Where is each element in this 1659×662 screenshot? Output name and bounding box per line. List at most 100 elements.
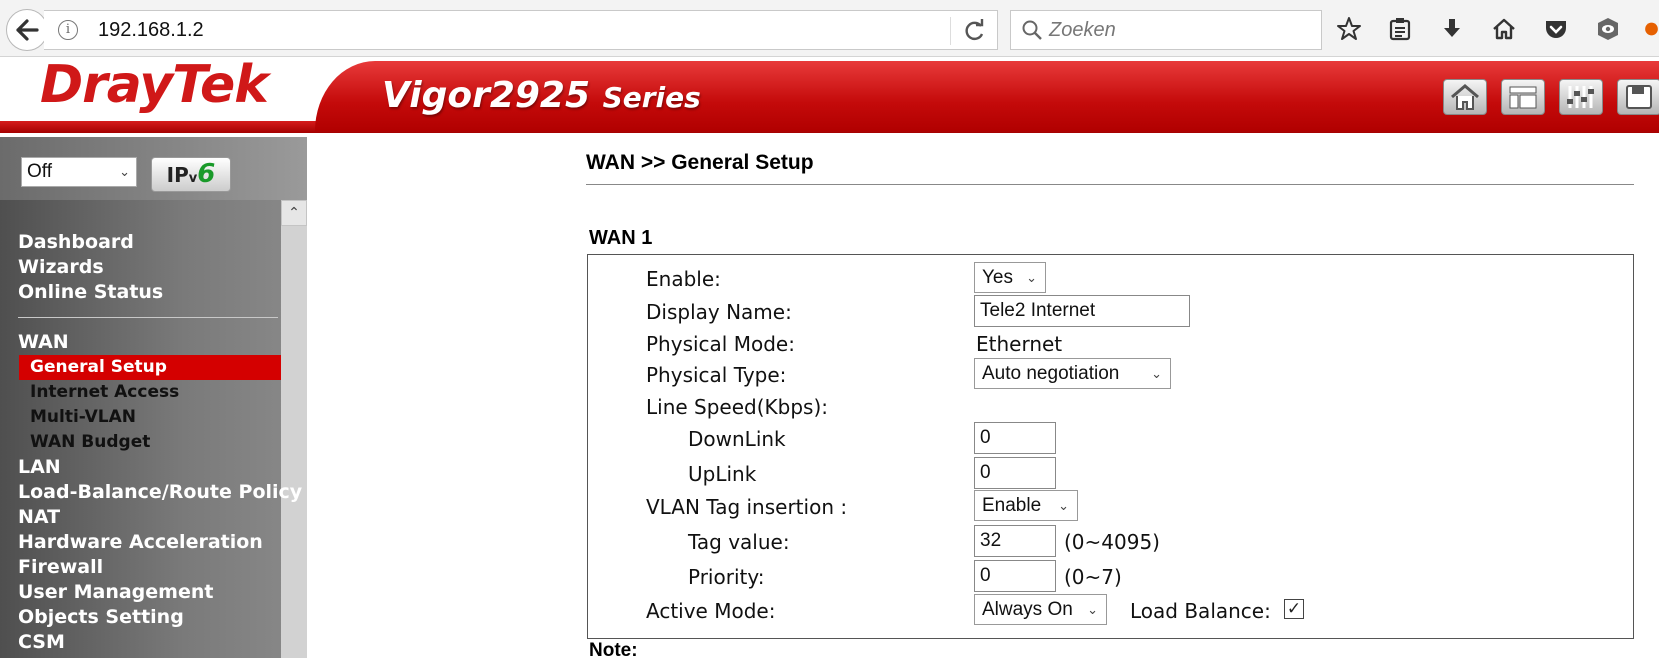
sidebar-item-general-setup[interactable]: General Setup [19,355,281,380]
sidebar-item-dashboard[interactable]: Dashboard [0,230,281,255]
enable-value: Yes [982,267,1013,288]
sidebar-item-csm[interactable]: CSM [0,630,281,655]
pocket-icon [1546,21,1566,38]
sidebar-item-nat[interactable]: NAT [0,505,281,530]
chevron-down-icon: ⌄ [119,164,130,179]
browser-toolbar: i 192.168.1.2 Zoeken [0,0,1659,57]
ipv6-button[interactable]: IPv6 [151,157,231,192]
url-text[interactable]: 192.168.1.2 [98,19,204,42]
search-placeholder: Zoeken [1049,19,1116,41]
header-save-button[interactable] [1617,79,1659,115]
downlink-input[interactable]: 0 [974,422,1056,454]
sidebar-divider [18,317,278,318]
star-icon [1337,17,1361,40]
tag-value-label: Tag value: [688,530,790,554]
uplink-input[interactable]: 0 [974,457,1056,489]
page-title: WAN >> General Setup [586,151,814,174]
downloads-button[interactable] [1437,14,1467,44]
sidebar-item-online-status[interactable]: Online Status [0,280,281,305]
home-icon [1493,18,1515,40]
sidebar-item-user-management[interactable]: User Management [0,580,281,605]
load-balance-checkbox[interactable]: ✓ [1284,599,1304,619]
pocket-button[interactable] [1541,14,1571,44]
enable-label: Enable: [646,267,721,291]
sidebar-item-hardware-acceleration[interactable]: Hardware Acceleration [0,530,281,555]
sidebar-item-wan-budget[interactable]: WAN Budget [0,430,281,455]
sidebar-item-firewall[interactable]: Firewall [0,555,281,580]
physical-mode-value: Ethernet [976,332,1063,356]
chevron-down-icon: ⌄ [1151,366,1162,381]
sliders-icon [1567,86,1594,108]
priority-range: (0~7) [1064,565,1122,589]
search-bar[interactable]: Zoeken [1010,10,1322,50]
model-series: Series [602,81,701,114]
title-divider [586,184,1634,185]
active-mode-label: Active Mode: [646,599,776,623]
layout-icon [1509,86,1537,109]
display-name-label: Display Name: [646,300,792,324]
priority-label: Priority: [688,565,765,589]
draytek-logo: DrayTek [40,57,269,115]
chevron-up-icon[interactable]: ⌃ [281,200,307,226]
sidebar-item-multi-vlan[interactable]: Multi-VLAN [0,405,281,430]
save-icon [1626,85,1652,109]
model-name: Vigor2925 Series [382,75,701,116]
vlan-tag-select[interactable]: Enable ⌄ [974,490,1078,521]
chevron-down-icon: ⌄ [1026,270,1037,285]
model-number: Vigor2925 [382,75,591,116]
wan1-settings-panel: Enable: Yes ⌄ Display Name: Tele2 Intern… [587,254,1634,639]
home-icon [1451,84,1479,110]
router-header: DrayTek Vigor2925 Series [0,57,1659,133]
header-home-button[interactable] [1443,79,1487,115]
sidebar-item-lan[interactable]: LAN [0,455,281,480]
firefox-icon [1645,22,1658,36]
header-settings-button[interactable] [1559,79,1603,115]
sidebar-item-wan[interactable]: WAN [0,330,281,355]
priority-input[interactable]: 0 [974,560,1056,592]
info-icon[interactable]: i [58,20,78,40]
bookmark-star-button[interactable] [1334,14,1364,44]
uplink-label: UpLink [688,462,757,486]
active-mode-select[interactable]: Always On ⌄ [974,594,1107,625]
download-icon [1444,19,1460,37]
reload-icon [965,19,984,41]
sidebar-top-controls: Off ⌄ IPv6 [0,137,307,200]
vlan-tag-value: Enable [982,495,1042,516]
enable-select[interactable]: Yes ⌄ [974,262,1046,293]
sidebar-nav: Dashboard Wizards Online Status WAN Gene… [0,230,302,655]
address-bar[interactable]: i 192.168.1.2 [44,10,998,50]
ipv6-label: IPv6 [166,159,216,189]
firefox-menu-button[interactable] [1644,14,1659,44]
header-layout-button[interactable] [1501,79,1545,115]
back-button[interactable] [6,9,48,51]
vlan-tag-label: VLAN Tag insertion : [646,495,848,519]
active-mode-value: Always On [982,599,1073,620]
line-speed-label: Line Speed(Kbps): [646,395,829,419]
chevron-down-icon: ⌄ [1087,602,1098,617]
sidebar-item-wizards[interactable]: Wizards [0,255,281,280]
physical-mode-label: Physical Mode: [646,332,795,356]
physical-type-select[interactable]: Auto negotiation ⌄ [974,358,1171,389]
home-button[interactable] [1489,14,1519,44]
reading-list-button[interactable] [1385,14,1415,44]
note-heading: Note: [589,640,638,661]
physical-type-label: Physical Type: [646,363,787,387]
sidebar-item-internet-access[interactable]: Internet Access [0,380,281,405]
search-icon [1022,20,1042,40]
downlink-label: DownLink [688,427,786,451]
sidebar-scrollbar[interactable]: ⌃ [281,200,307,658]
sidebar-item-load-balance[interactable]: Load-Balance/Route Policy [0,480,302,505]
checkmark-icon: ✓ [1286,599,1302,619]
sidebar: Off ⌄ IPv6 ⌃ Dashboard Wizards Online St… [0,137,307,658]
url-separator [950,17,951,45]
reload-button[interactable] [961,17,989,45]
sidebar-item-objects-setting[interactable]: Objects Setting [0,605,281,630]
clipboard-icon [1389,18,1411,41]
section-title: WAN 1 [589,227,653,249]
ip-mode-select[interactable]: Off ⌄ [21,157,137,187]
display-name-input[interactable]: Tele2 Internet [974,295,1190,327]
eye-shield-icon [1598,18,1618,40]
extension-button[interactable] [1593,14,1623,44]
tag-value-input[interactable]: 32 [974,525,1056,557]
tag-value-range: (0~4095) [1064,530,1160,554]
